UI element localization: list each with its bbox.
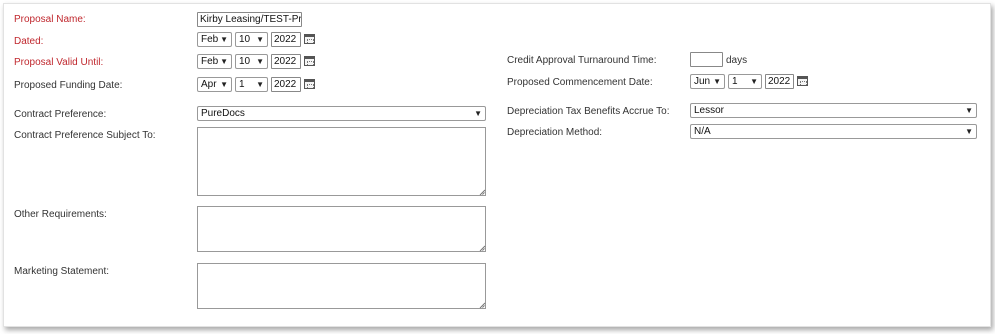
- contract-subject-to-label: Contract Preference Subject To:: [14, 130, 156, 141]
- dated-month-select[interactable]: Feb ▼: [197, 32, 232, 47]
- other-requirements-label: Other Requirements:: [14, 209, 107, 220]
- depreciation-method-label: Depreciation Method:: [507, 127, 603, 138]
- depreciation-accrue-select[interactable]: Lessor ▼: [690, 103, 977, 118]
- resize-grip-icon[interactable]: [479, 189, 485, 195]
- funding-month-value: Apr: [201, 79, 217, 90]
- contract-preference-select[interactable]: PureDocs ▼: [197, 106, 486, 121]
- commencement-year-input[interactable]: 2022: [765, 74, 794, 89]
- turnaround-unit: days: [726, 55, 748, 66]
- marketing-statement-label: Marketing Statement:: [14, 266, 110, 277]
- dated-label: Dated:: [14, 36, 44, 47]
- proposal-form-panel: Proposal Name: Kirby Leasing/TEST-Prev D…: [3, 3, 991, 327]
- chevron-down-icon: ▼: [220, 35, 228, 44]
- funding-day-value: 1: [239, 79, 245, 90]
- depreciation-method-value: N/A: [694, 126, 711, 137]
- calendar-icon[interactable]: [797, 76, 808, 86]
- calendar-icon[interactable]: [304, 34, 315, 44]
- funding-day-select[interactable]: 1 ▼: [235, 77, 268, 92]
- chevron-down-icon: ▼: [750, 77, 758, 86]
- valid-until-day-value: 10: [239, 56, 251, 67]
- depreciation-method-select[interactable]: N/A ▼: [690, 124, 977, 139]
- turnaround-label: Credit Approval Turnaround Time:: [507, 55, 657, 66]
- dated-month-value: Feb: [201, 34, 219, 45]
- valid-until-day-select[interactable]: 10 ▼: [235, 54, 268, 69]
- chevron-down-icon: ▼: [220, 80, 228, 89]
- valid-until-month-value: Feb: [201, 56, 219, 67]
- commencement-label: Proposed Commencement Date:: [507, 77, 653, 88]
- commencement-month-select[interactable]: Jun ▼: [690, 74, 725, 89]
- chevron-down-icon: ▼: [256, 80, 264, 89]
- commencement-day-select[interactable]: 1 ▼: [728, 74, 762, 89]
- funding-date-label: Proposed Funding Date:: [14, 80, 123, 91]
- chevron-down-icon: ▼: [474, 109, 482, 118]
- contract-preference-value: PureDocs: [201, 108, 245, 119]
- funding-month-select[interactable]: Apr ▼: [197, 77, 232, 92]
- depreciation-accrue-value: Lessor: [694, 105, 725, 116]
- contract-preference-label: Contract Preference:: [14, 109, 107, 120]
- resize-grip-icon[interactable]: [479, 302, 485, 308]
- chevron-down-icon: ▼: [220, 57, 228, 66]
- marketing-statement-textarea[interactable]: [197, 263, 486, 309]
- contract-subject-to-textarea[interactable]: [197, 127, 486, 196]
- calendar-icon[interactable]: [304, 79, 315, 89]
- calendar-icon[interactable]: [304, 56, 315, 66]
- commencement-month-value: Jun: [694, 76, 711, 87]
- chevron-down-icon: ▼: [965, 127, 973, 136]
- proposal-name-label: Proposal Name:: [14, 14, 86, 25]
- dated-day-value: 10: [239, 34, 251, 45]
- resize-grip-icon[interactable]: [479, 245, 485, 251]
- chevron-down-icon: ▼: [256, 57, 264, 66]
- valid-until-label: Proposal Valid Until:: [14, 57, 104, 68]
- dated-year-input[interactable]: 2022: [271, 32, 301, 47]
- turnaround-input[interactable]: [690, 52, 723, 67]
- valid-until-month-select[interactable]: Feb ▼: [197, 54, 232, 69]
- funding-year-input[interactable]: 2022: [271, 77, 301, 92]
- dated-day-select[interactable]: 10 ▼: [235, 32, 268, 47]
- chevron-down-icon: ▼: [713, 77, 721, 86]
- chevron-down-icon: ▼: [965, 106, 973, 115]
- valid-until-year-input[interactable]: 2022: [271, 54, 301, 69]
- other-requirements-textarea[interactable]: [197, 206, 486, 252]
- depreciation-accrue-label: Depreciation Tax Benefits Accrue To:: [507, 106, 670, 117]
- chevron-down-icon: ▼: [256, 35, 264, 44]
- commencement-day-value: 1: [732, 76, 738, 87]
- proposal-name-input[interactable]: Kirby Leasing/TEST-Prev: [197, 12, 302, 27]
